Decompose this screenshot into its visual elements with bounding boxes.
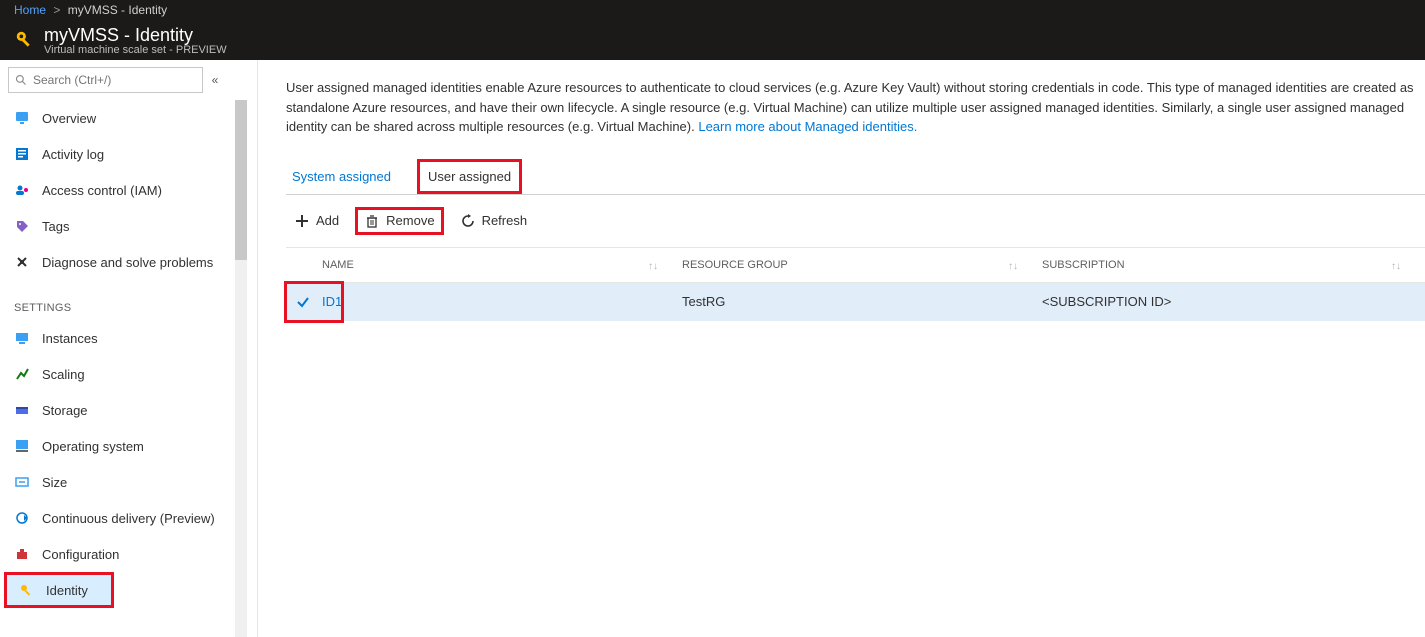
sidebar-item-label: Activity log (42, 147, 104, 162)
access-control-icon (14, 182, 30, 198)
add-button[interactable]: Add (286, 207, 347, 235)
sidebar-item-configuration[interactable]: Configuration (0, 536, 235, 572)
search-icon (15, 74, 27, 86)
column-resource-group[interactable]: RESOURCE GROUP ↑↓ (682, 259, 1042, 271)
sidebar-section-settings: SETTINGS (0, 280, 235, 320)
trash-icon (364, 213, 380, 229)
sidebar-item-label: Instances (42, 331, 98, 346)
collapse-sidebar-button[interactable]: « (203, 73, 227, 87)
cell-resource-group: TestRG (682, 294, 1042, 309)
sidebar-item-activity-log[interactable]: Activity log (0, 136, 235, 172)
sidebar-item-overview[interactable]: Overview (0, 100, 235, 136)
tab-bar: System assigned User assigned (286, 159, 1425, 195)
sidebar: « Overview Activity log Access control (… (0, 60, 258, 637)
configuration-icon (14, 546, 30, 562)
sidebar-scrollbar-thumb[interactable] (235, 100, 247, 260)
sidebar-item-label: Identity (46, 583, 88, 598)
refresh-button[interactable]: Refresh (452, 207, 536, 235)
intro-text: User assigned managed identities enable … (286, 78, 1425, 137)
sidebar-item-label: Diagnose and solve problems (42, 255, 213, 270)
continuous-delivery-icon (14, 510, 30, 526)
learn-more-link[interactable]: Learn more about Managed identities. (698, 119, 917, 134)
page-subtitle: Virtual machine scale set - PREVIEW (44, 44, 227, 56)
sidebar-item-access-control[interactable]: Access control (IAM) (0, 172, 235, 208)
breadcrumb-current: myVMSS - Identity (68, 3, 167, 17)
refresh-label: Refresh (482, 213, 528, 228)
overview-icon (14, 110, 30, 126)
remove-button[interactable]: Remove (355, 207, 443, 235)
search-input-wrapper[interactable] (8, 67, 203, 93)
column-name[interactable]: NAME ↑↓ (322, 259, 682, 271)
tab-system-assigned[interactable]: System assigned (286, 159, 397, 194)
sidebar-item-label: Overview (42, 111, 96, 126)
top-bar: Home > myVMSS - Identity myVMSS - Identi… (0, 0, 1425, 60)
main-content: User assigned managed identities enable … (258, 60, 1425, 637)
sidebar-item-label: Tags (42, 219, 69, 234)
sidebar-item-label: Configuration (42, 547, 119, 562)
activity-log-icon (14, 146, 30, 162)
table-row[interactable]: ID1 TestRG <SUBSCRIPTION ID> (286, 283, 1425, 321)
breadcrumb: Home > myVMSS - Identity (14, 0, 1411, 20)
sidebar-item-size[interactable]: Size (0, 464, 235, 500)
sidebar-item-instances[interactable]: Instances (0, 320, 235, 356)
sidebar-item-label: Continuous delivery (Preview) (42, 511, 215, 526)
sidebar-item-label: Size (42, 475, 67, 490)
toolbar: Add Remove Refresh (286, 195, 1425, 247)
sidebar-item-label: Scaling (42, 367, 85, 382)
sidebar-item-storage[interactable]: Storage (0, 392, 235, 428)
checkmark-icon (296, 295, 310, 309)
sidebar-item-continuous-delivery[interactable]: Continuous delivery (Preview) (0, 500, 235, 536)
add-label: Add (316, 213, 339, 228)
remove-label: Remove (386, 213, 434, 228)
identity-link[interactable]: ID1 (322, 294, 342, 309)
add-icon (294, 213, 310, 229)
sidebar-item-scaling[interactable]: Scaling (0, 356, 235, 392)
sidebar-scrollbar[interactable] (235, 100, 247, 637)
page-header: myVMSS - Identity Virtual machine scale … (14, 20, 1411, 60)
cell-name: ID1 (322, 294, 682, 309)
tags-icon (14, 218, 30, 234)
sidebar-item-label: Operating system (42, 439, 144, 454)
search-input[interactable] (33, 73, 196, 87)
diagnose-icon (14, 254, 30, 270)
key-icon (14, 29, 36, 51)
instances-icon (14, 330, 30, 346)
sidebar-item-label: Storage (42, 403, 88, 418)
tab-user-assigned[interactable]: User assigned (417, 159, 522, 194)
identity-icon (18, 582, 34, 598)
sidebar-item-identity[interactable]: Identity (4, 572, 114, 608)
page-title: myVMSS - Identity (44, 25, 227, 46)
sidebar-item-diagnose[interactable]: Diagnose and solve problems (0, 244, 235, 280)
storage-icon (14, 402, 30, 418)
sort-icon: ↑↓ (1391, 261, 1401, 272)
sidebar-item-label: Access control (IAM) (42, 183, 162, 198)
sort-icon: ↑↓ (1008, 261, 1018, 272)
scaling-icon (14, 366, 30, 382)
refresh-icon (460, 213, 476, 229)
size-icon (14, 474, 30, 490)
sidebar-item-tags[interactable]: Tags (0, 208, 235, 244)
sidebar-item-operating-system[interactable]: Operating system (0, 428, 235, 464)
grid-header: NAME ↑↓ RESOURCE GROUP ↑↓ SUBSCRIPTION ↑… (286, 247, 1425, 283)
breadcrumb-separator: > (53, 3, 60, 17)
column-subscription[interactable]: SUBSCRIPTION ↑↓ (1042, 259, 1425, 271)
breadcrumb-home[interactable]: Home (14, 3, 46, 17)
cell-subscription: <SUBSCRIPTION ID> (1042, 294, 1425, 309)
sort-icon: ↑↓ (648, 261, 658, 272)
os-icon (14, 438, 30, 454)
